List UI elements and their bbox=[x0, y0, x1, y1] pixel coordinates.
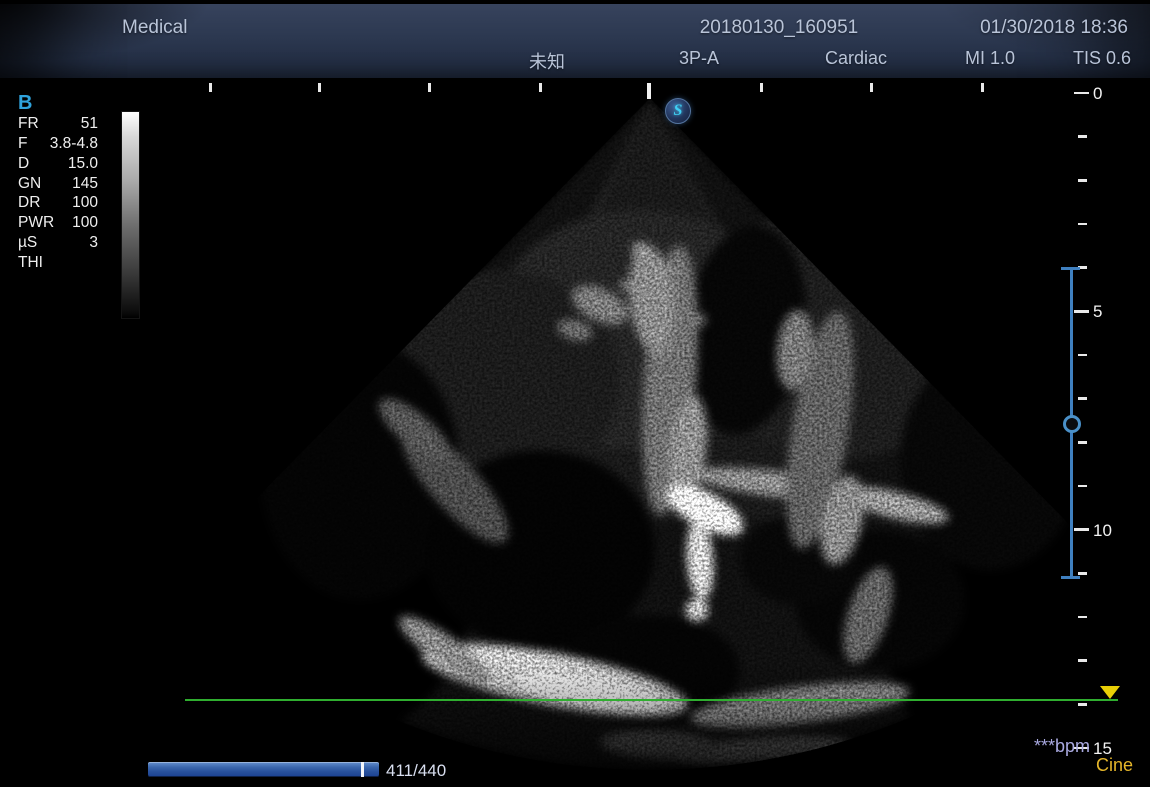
top-ruler-tick bbox=[318, 83, 321, 92]
depth-label: 5 bbox=[1093, 302, 1102, 322]
probe-label: 3P-A bbox=[679, 48, 719, 69]
focal-zone-bottom-cap bbox=[1061, 576, 1080, 579]
top-ruler-tick bbox=[428, 83, 431, 92]
tis-value-label: TIS 0.6 bbox=[1073, 48, 1131, 69]
depth-minor-tick bbox=[1078, 616, 1087, 619]
ultrasound-image bbox=[0, 0, 1150, 787]
param-label: µS bbox=[18, 235, 37, 251]
cine-position-marker[interactable] bbox=[361, 762, 364, 777]
depth-minor-tick bbox=[1078, 572, 1087, 575]
param-value: 51 bbox=[81, 116, 98, 132]
param-label: D bbox=[18, 156, 29, 172]
depth-minor-tick bbox=[1078, 397, 1087, 400]
depth-minor-tick bbox=[1078, 703, 1087, 706]
depth-minor-tick bbox=[1078, 659, 1087, 662]
apex-tick bbox=[647, 83, 651, 99]
depth-label: 0 bbox=[1093, 84, 1102, 104]
focal-zone-top-cap bbox=[1061, 267, 1080, 270]
depth-minor-tick bbox=[1078, 223, 1087, 226]
depth-minor-tick bbox=[1078, 135, 1087, 138]
param-row-pwr: PWR 100 bbox=[18, 213, 98, 233]
top-ruler-tick bbox=[981, 83, 984, 92]
depth-label: 10 bbox=[1093, 521, 1112, 541]
param-value: 100 bbox=[72, 215, 98, 231]
grayscale-map-bar bbox=[122, 112, 139, 318]
param-label: GN bbox=[18, 176, 41, 192]
depth-minor-tick bbox=[1078, 441, 1087, 444]
datetime-label: 01/30/2018 18:36 bbox=[980, 17, 1128, 39]
param-value: 3.8-4.8 bbox=[50, 136, 98, 152]
param-label: THI bbox=[18, 255, 43, 271]
param-row-fr: FR 51 bbox=[18, 114, 98, 134]
param-value: 3 bbox=[89, 235, 98, 251]
probe-orientation-icon: S bbox=[665, 98, 691, 124]
baseline-line bbox=[185, 699, 1118, 701]
param-row-f: F 3.8-4.8 bbox=[18, 134, 98, 154]
param-row-thi: THI bbox=[18, 253, 98, 273]
patient-name-label: 未知 bbox=[529, 48, 565, 74]
param-value: 100 bbox=[72, 195, 98, 211]
mode-label: B bbox=[18, 92, 32, 115]
depth-minor-tick bbox=[1078, 179, 1087, 182]
heart-rate-label: ***bpm bbox=[1034, 736, 1090, 757]
param-row-µs: µS 3 bbox=[18, 233, 98, 253]
param-label: PWR bbox=[18, 215, 54, 231]
depth-major-tick bbox=[1074, 92, 1089, 95]
image-parameter-list: FR 51 F 3.8-4.8 D 15.0 GN 145 DR 100 PWR 100 µS 3 THI bbox=[18, 114, 98, 272]
param-label: FR bbox=[18, 116, 39, 132]
depth-minor-tick bbox=[1078, 485, 1087, 488]
param-label: F bbox=[18, 136, 27, 152]
top-ruler-tick bbox=[870, 83, 873, 92]
param-value: 145 bbox=[72, 176, 98, 192]
top-ruler-tick bbox=[209, 83, 212, 92]
sector-fan bbox=[130, 98, 1150, 787]
focus-depth-marker[interactable] bbox=[1063, 415, 1081, 433]
param-label: DR bbox=[18, 195, 40, 211]
frame-counter: 411/440 bbox=[386, 761, 446, 781]
facility-label: Medical bbox=[122, 17, 187, 39]
top-ruler-tick bbox=[760, 83, 763, 92]
param-row-dr: DR 100 bbox=[18, 193, 98, 213]
param-row-gn: GN 145 bbox=[18, 173, 98, 193]
depth-major-tick bbox=[1074, 528, 1089, 531]
top-ruler-tick bbox=[539, 83, 542, 92]
baseline-marker-triangle[interactable] bbox=[1100, 686, 1120, 699]
param-value: 15.0 bbox=[68, 156, 98, 172]
exam-id-label: 20180130_160951 bbox=[700, 17, 859, 39]
depth-minor-tick bbox=[1078, 354, 1087, 357]
cine-mode-label: Cine bbox=[1096, 755, 1133, 776]
param-row-d: D 15.0 bbox=[18, 154, 98, 174]
preset-label: Cardiac bbox=[825, 48, 887, 69]
depth-major-tick bbox=[1074, 310, 1089, 313]
cine-progress-bar[interactable] bbox=[148, 762, 379, 777]
mi-value-label: MI 1.0 bbox=[965, 48, 1015, 69]
